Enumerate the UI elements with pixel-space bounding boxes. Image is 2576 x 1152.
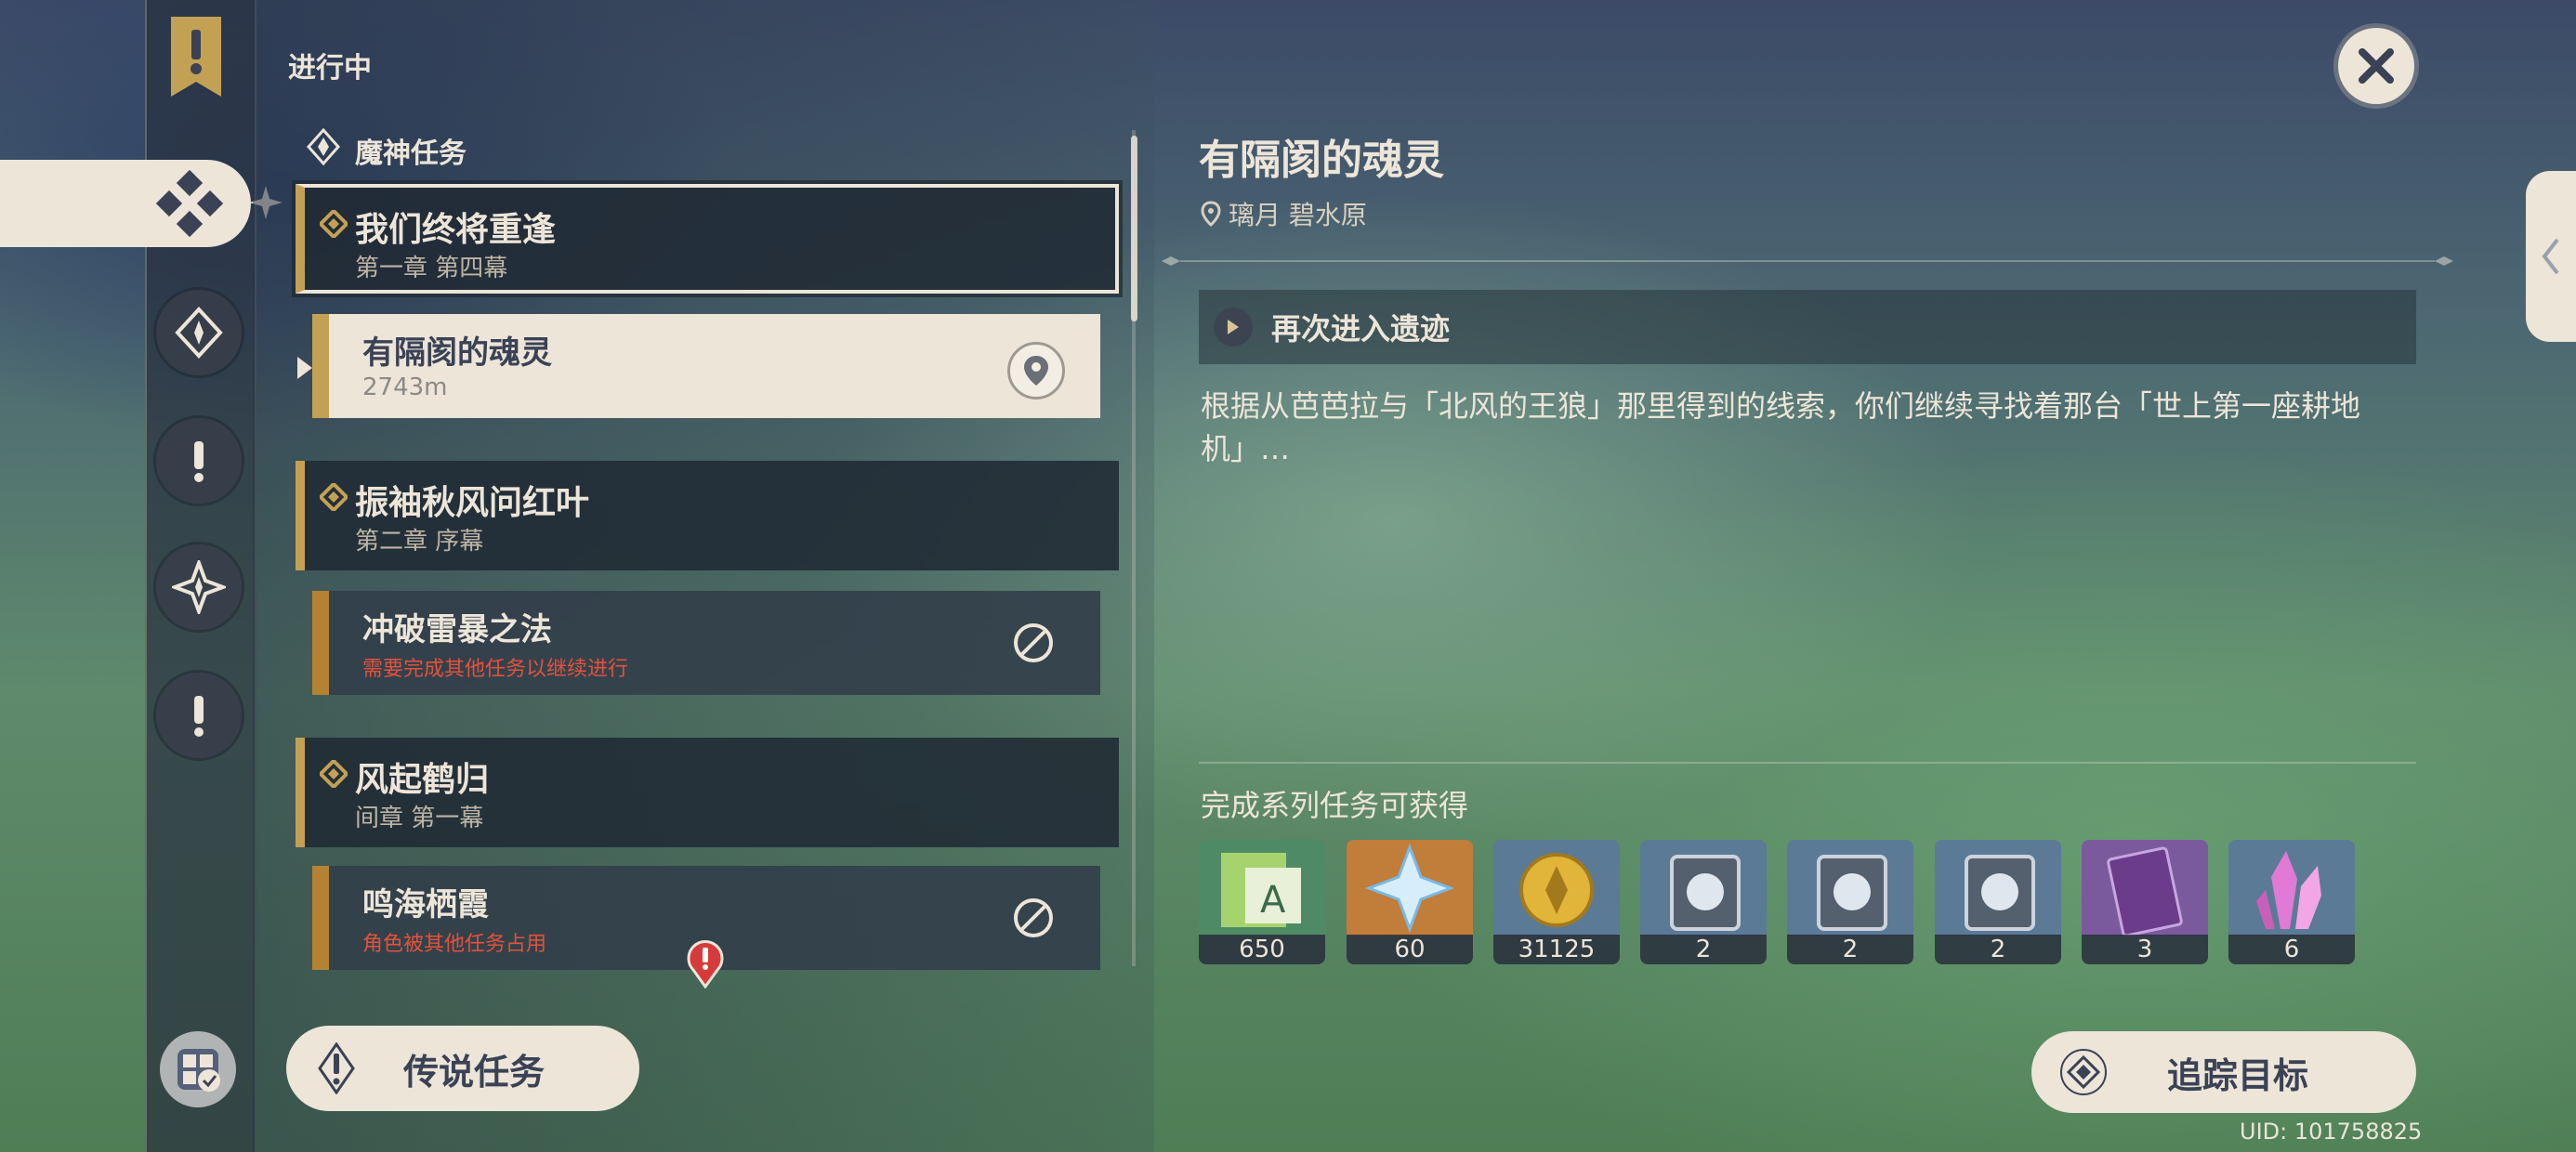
quest-title: 我们终将重逢: [355, 211, 557, 249]
subquest-card[interactable]: 冲破雷暴之法 需要完成其他任务以继续进行: [312, 591, 1100, 695]
quest-detail-title: 有隔阂的魂灵: [1199, 137, 1444, 184]
quest-diamond-icon: [320, 483, 348, 511]
compass-star-icon: [172, 560, 226, 614]
alert-marker-icon: [687, 940, 724, 988]
subquest-title: 冲破雷暴之法: [362, 611, 552, 648]
quest-chapter: 间章 第一幕: [355, 805, 484, 832]
reward-count: 60: [1347, 935, 1473, 964]
exclamation-icon: [194, 696, 204, 737]
location-pin-icon: [1201, 201, 1221, 227]
rewards-divider: [1199, 762, 2416, 764]
current-step: 再次进入遗迹: [1199, 290, 2416, 364]
subquest-blocked-note: 角色被其他任务占用: [362, 933, 547, 956]
talent-book-ballad-icon: [1935, 840, 2061, 936]
map-pin-icon: [1024, 356, 1048, 386]
blocked-icon: [1014, 623, 1053, 662]
subquest-blocked-note: 需要完成其他任务以继续进行: [362, 658, 629, 681]
reward-item[interactable]: 31125: [1493, 840, 1620, 964]
quest-diamond-icon: [320, 760, 348, 788]
reward-count: 2: [1935, 935, 2061, 964]
reward-item[interactable]: 3: [2082, 840, 2208, 964]
talent-book-freedom-icon: [1640, 840, 1767, 936]
track-target-label: 追踪目标: [2167, 1054, 2309, 1096]
subquest-title: 有隔阂的魂灵: [362, 334, 552, 372]
rail-event-quests-tab[interactable]: [156, 673, 242, 758]
legend-quest-icon: [318, 1042, 355, 1094]
quest-description: 根据从芭芭拉与「北风的王狼」那里得到的线索，你们继续寻找着那台「世上第一座耕地机…: [1201, 388, 2361, 466]
chevron-left-icon: [2542, 238, 2559, 275]
archon-category-icon: [306, 128, 341, 165]
reward-item[interactable]: 2: [1787, 840, 1913, 964]
story-quest-icon: [175, 307, 223, 359]
quest-card[interactable]: 我们终将重逢 第一章 第四幕: [296, 184, 1119, 294]
uid-text: UID: 101758825: [2240, 1119, 2423, 1145]
track-target-button[interactable]: 追踪目标: [2031, 1031, 2416, 1113]
blocked-icon: [1014, 898, 1053, 937]
quest-banner-icon: [171, 17, 221, 97]
quest-location: 璃月 碧水原: [1201, 195, 1367, 232]
map-pin-button[interactable]: [1007, 342, 1065, 399]
legend-quest-button[interactable]: 传说任务: [286, 1026, 639, 1111]
rewards-title: 完成系列任务可获得: [1201, 788, 1469, 823]
list-scrollbar[interactable]: [1131, 136, 1137, 321]
subquest-distance: 2743m: [362, 373, 448, 401]
rail-archon-quests-tab[interactable]: [0, 160, 251, 247]
achievement-badge-button[interactable]: [160, 1031, 236, 1107]
exclamation-icon: [194, 441, 204, 482]
archon-quest-icon: [156, 170, 223, 237]
close-icon: [2359, 48, 2394, 84]
rail-commission-tab[interactable]: [156, 544, 242, 630]
quest-title: 振袖秋风问红叶: [355, 484, 590, 522]
rail-world-quests-tab[interactable]: [156, 418, 242, 504]
adventure-exp-icon: A: [1199, 840, 1325, 936]
reward-count: 31125: [1493, 935, 1620, 964]
status-header: 进行中: [288, 52, 372, 85]
step-arrow-icon: [1214, 308, 1253, 347]
quest-card[interactable]: 振袖秋风问红叶 第二章 序幕: [296, 461, 1119, 570]
location-text: 璃月 碧水原: [1229, 200, 1367, 230]
reward-item[interactable]: 6: [2228, 840, 2355, 964]
heros-wit-icon: [2082, 840, 2208, 936]
talent-book-resistance-icon: [1787, 840, 1913, 936]
selection-arrow-icon: [297, 357, 312, 379]
quest-chapter: 第一章 第四幕: [355, 255, 508, 282]
category-header: 魔神任务: [355, 137, 467, 170]
legend-quest-label: 传说任务: [403, 1051, 545, 1093]
quest-diamond-icon: [320, 210, 348, 238]
reward-count: 2: [1640, 935, 1767, 964]
quest-card[interactable]: 风起鹤归 间章 第一幕: [296, 738, 1119, 847]
primogem-icon: [1347, 840, 1473, 936]
mora-icon: [1493, 840, 1620, 936]
reward-count: 650: [1199, 935, 1325, 964]
rail-story-quests-tab[interactable]: [156, 290, 242, 375]
svg-text:A: A: [1260, 879, 1286, 922]
quest-chapter: 第二章 序幕: [355, 528, 484, 556]
reward-item[interactable]: 2: [1640, 840, 1767, 964]
reward-count: 3: [2082, 935, 2208, 964]
reward-item[interactable]: 60: [1347, 840, 1473, 964]
ornament-divider: [1162, 256, 2453, 266]
badge-check-icon: [177, 1049, 220, 1092]
reward-count: 2: [1787, 935, 1913, 964]
reward-item[interactable]: 2: [1935, 840, 2061, 964]
close-button[interactable]: [2338, 28, 2414, 104]
quest-title: 风起鹤归: [355, 761, 490, 799]
track-diamond-icon: [2060, 1049, 2107, 1095]
reward-item[interactable]: A 650: [1199, 840, 1325, 964]
step-text: 再次进入遗迹: [1271, 311, 1451, 347]
subquest-title: 鸣海栖霞: [362, 886, 489, 923]
subquest-card[interactable]: 有隔阂的魂灵 2743m: [312, 314, 1100, 418]
side-collapse-tab[interactable]: [2526, 171, 2576, 342]
reward-count: 6: [2228, 935, 2355, 964]
enhancement-crystal-icon: [2228, 840, 2355, 936]
